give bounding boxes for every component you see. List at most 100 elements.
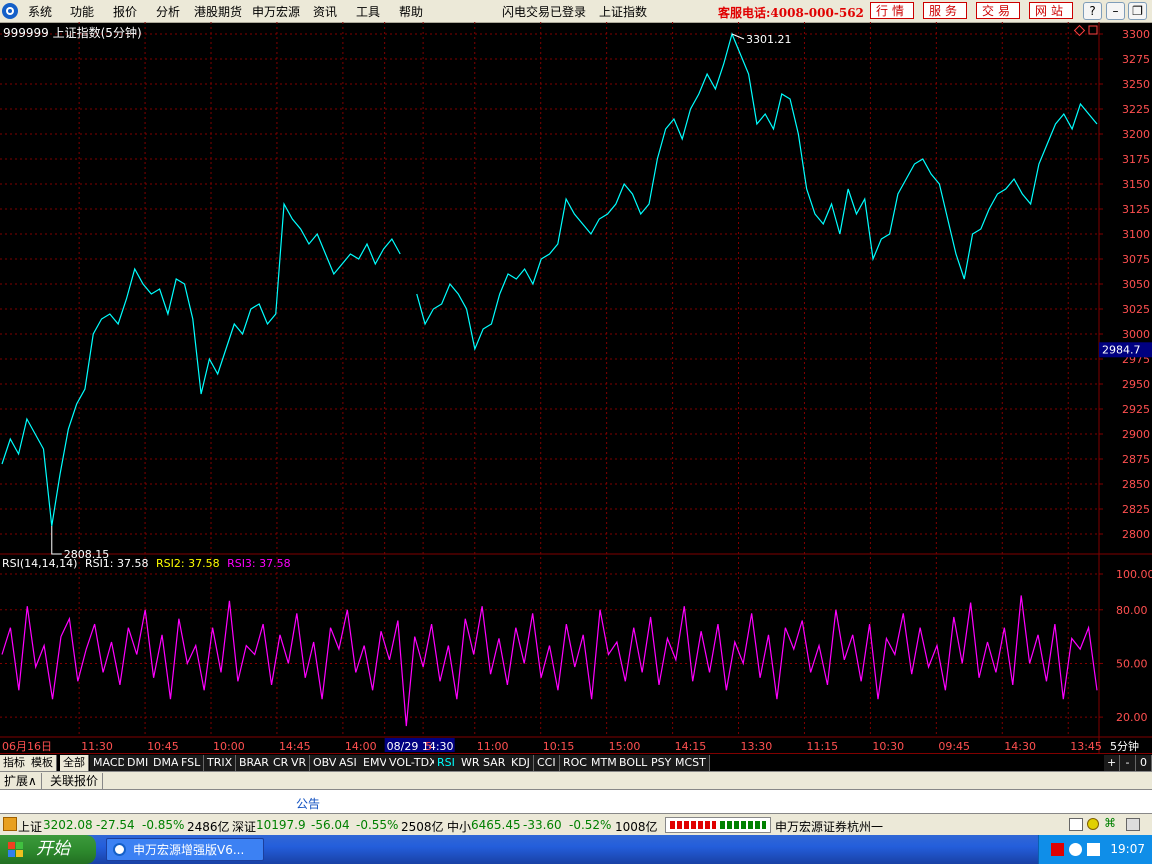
indicator-[interactable]: 模板 bbox=[28, 755, 57, 771]
indicator-trix[interactable]: TRIX bbox=[204, 755, 237, 771]
time-tick-label: 06月16日 bbox=[2, 740, 52, 753]
price-tick-label: 3075 bbox=[1122, 253, 1150, 266]
zoom-in-button[interactable]: + bbox=[1104, 755, 1120, 771]
sh-index-label: 上证 bbox=[18, 820, 43, 834]
zx-index-label: 中小 bbox=[447, 820, 472, 834]
tab-expand[interactable]: 扩展∧ bbox=[0, 773, 42, 789]
indicator-[interactable]: 指标 bbox=[0, 755, 29, 771]
menu-help[interactable]: 帮助 bbox=[399, 3, 423, 20]
indicator-rsi[interactable]: RSI bbox=[434, 755, 459, 771]
price-tick-label: 3200 bbox=[1122, 128, 1150, 141]
taskbar-app-item[interactable]: 申万宏源增强版V6... bbox=[106, 838, 264, 861]
face-icon[interactable] bbox=[1087, 818, 1099, 830]
broker-name: 申万宏源证券杭州一 bbox=[775, 820, 884, 834]
indicator-mcst[interactable]: MCST bbox=[672, 755, 710, 771]
indicator-[interactable]: 全部 bbox=[60, 755, 89, 771]
min-marker: 2808.15 bbox=[51, 526, 109, 561]
sh-index-value: 3202.08 bbox=[43, 818, 93, 832]
indicator-brar[interactable]: BRAR bbox=[236, 755, 273, 771]
volume-icon[interactable] bbox=[1087, 843, 1100, 856]
index-ticker: 上证 3202.08 -27.54 -0.85% 2486亿 深证 10197.… bbox=[0, 813, 1152, 836]
current-symbol: 上证指数 bbox=[599, 5, 648, 19]
indicator-kdj[interactable]: KDJ bbox=[508, 755, 534, 771]
menu-analysis[interactable]: 分析 bbox=[156, 3, 180, 20]
service-hotline: 客服电话:4008-000-562 bbox=[718, 6, 864, 20]
tab-related-quotes[interactable]: 关联报价 bbox=[46, 773, 104, 789]
rsi-tick-label: 100.00 bbox=[1116, 568, 1152, 581]
max-price-label: 3301.21 bbox=[746, 33, 792, 46]
clock: 19:07 bbox=[1110, 842, 1145, 856]
sh-index-volume: 2486亿 bbox=[187, 820, 230, 834]
menu-quotes[interactable]: 报价 bbox=[113, 3, 137, 20]
nav-service-button[interactable]: 服务 bbox=[923, 2, 967, 19]
taskbar-app-label: 申万宏源增强版V6... bbox=[133, 843, 245, 857]
price-tick-label: 2900 bbox=[1122, 428, 1150, 441]
rsi-label: RSI(14,14,14) bbox=[2, 557, 77, 570]
indicator-roc[interactable]: ROC bbox=[560, 755, 591, 771]
window-icon[interactable] bbox=[1069, 818, 1083, 831]
system-tray: 19:07 bbox=[1038, 835, 1152, 864]
sz-index-volume: 2508亿 bbox=[401, 820, 444, 834]
lock-icon[interactable] bbox=[3, 817, 17, 831]
indicator-fsl[interactable]: FSL bbox=[178, 755, 205, 771]
chart-area[interactable]: 999999 上证指数(5分钟) 2800 2825 2850 2875 2900 292… bbox=[0, 22, 1152, 753]
menu-news[interactable]: 资讯 bbox=[313, 3, 337, 20]
zoom-out-button[interactable]: - bbox=[1120, 755, 1136, 771]
indicator-asi[interactable]: ASI bbox=[336, 755, 361, 771]
start-label: 开始 bbox=[36, 839, 70, 859]
price-tick-label: 3050 bbox=[1122, 278, 1150, 291]
rsi-line bbox=[1, 595, 1098, 727]
menu-function[interactable]: 功能 bbox=[70, 3, 94, 20]
rsi1-value: RSI1: 37.58 bbox=[85, 557, 149, 570]
indicator-dmi[interactable]: DMI bbox=[124, 755, 153, 771]
price-tick-label: 2950 bbox=[1122, 378, 1150, 391]
maximize-chart-icon[interactable] bbox=[1088, 25, 1098, 35]
nav-market-button[interactable]: 行情 bbox=[870, 2, 914, 19]
price-tick-label: 3250 bbox=[1122, 78, 1150, 91]
time-tick-label: 13:30 bbox=[741, 740, 773, 753]
rsi-axis: 20.00 50.00 80.00 100.00 bbox=[1099, 568, 1152, 724]
time-tick-label: 09:45 bbox=[938, 740, 970, 753]
indicator-boll[interactable]: BOLL bbox=[616, 755, 652, 771]
indicator-vr[interactable]: VR bbox=[288, 755, 311, 771]
menu-hk-futures[interactable]: 港股期货 bbox=[194, 3, 242, 20]
indicator-cci[interactable]: CCI bbox=[534, 755, 560, 771]
nav-trade-button[interactable]: 交易 bbox=[976, 2, 1020, 19]
time-axis: 06月16日 11:30 10:45 10:00 14:45 14:00 08/29 14:… bbox=[2, 738, 1102, 753]
time-tick-label: 15:00 bbox=[609, 740, 641, 753]
rsi-tick-label: 80.00 bbox=[1116, 604, 1148, 617]
restore-icon[interactable]: ❐ bbox=[1128, 2, 1147, 20]
time-tick-label: 11:00 bbox=[477, 740, 509, 753]
price-tick-label: 2825 bbox=[1122, 503, 1150, 516]
time-tick-label: 13:45 bbox=[1070, 740, 1102, 753]
minimize-icon[interactable]: – bbox=[1106, 2, 1125, 20]
start-button[interactable]: 开始 bbox=[0, 835, 96, 864]
indicator-sar[interactable]: SAR bbox=[480, 755, 510, 771]
svg-text:RSI(14,14,14) RSI1: 37.5: RSI(14,14,14) RSI1: 37.58 RSI2: 37.58 RS… bbox=[2, 557, 291, 570]
help-icon[interactable]: ? bbox=[1083, 2, 1102, 20]
menu-tools[interactable]: 工具 bbox=[356, 3, 380, 20]
sz-index-pct: -0.55% bbox=[356, 818, 399, 832]
zoom-reset-button[interactable]: 0 bbox=[1136, 755, 1152, 771]
settings-icon[interactable] bbox=[1126, 818, 1140, 831]
market-breadth-meter bbox=[665, 817, 771, 833]
notice-label[interactable]: 公告 bbox=[296, 795, 320, 812]
ime-icon[interactable] bbox=[1051, 843, 1064, 856]
nav-website-button[interactable]: 网站 bbox=[1029, 2, 1073, 19]
grid bbox=[0, 22, 1152, 753]
sz-index-value: 10197.9 bbox=[256, 818, 306, 832]
time-tick-label: 14:45 bbox=[279, 740, 311, 753]
zx-index-pct: -0.52% bbox=[569, 818, 612, 832]
rsi-tick-label: 50.00 bbox=[1116, 657, 1148, 670]
price-tick-label: 3225 bbox=[1122, 103, 1150, 116]
time-tick-label: 11:15 bbox=[806, 740, 838, 753]
sh-index-change: -27.54 bbox=[96, 818, 135, 832]
menu-system[interactable]: 系统 bbox=[28, 3, 52, 20]
period-label[interactable]: 5分钟 bbox=[1110, 739, 1139, 753]
network-icon[interactable] bbox=[1069, 843, 1082, 856]
menu-shenwan[interactable]: 申万宏源 bbox=[252, 3, 300, 20]
indicator-voltdx[interactable]: VOL-TDX bbox=[386, 755, 441, 771]
signal-icon[interactable]: ⌘ bbox=[1104, 816, 1116, 830]
rsi-header: RSI(14,14,14) RSI1: 37.58 RSI2: 37.58 RS… bbox=[2, 557, 291, 570]
time-tick-label: 14:30 bbox=[1004, 740, 1036, 753]
